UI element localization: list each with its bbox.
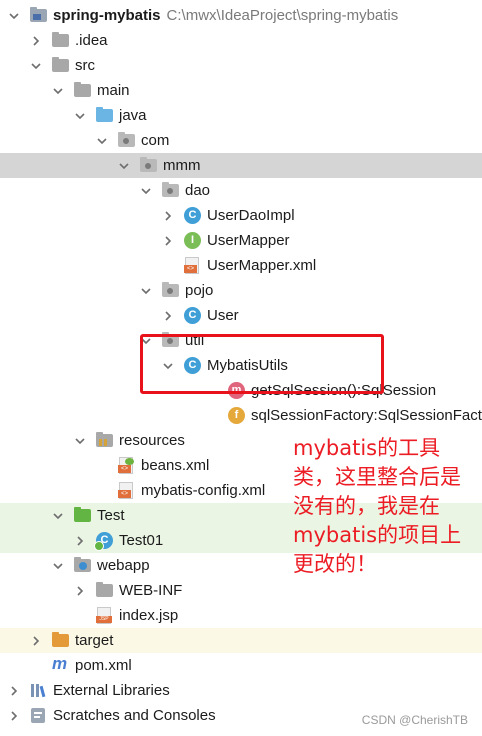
spring-xml-icon: <> [118, 457, 135, 474]
tree-item-label: java [119, 107, 147, 124]
xml-file-icon: <> [184, 257, 201, 274]
tree-item-label: pom.xml [75, 657, 132, 674]
tree-item-label: com [141, 132, 170, 149]
package-icon [162, 182, 179, 199]
chevron-right-icon[interactable] [162, 310, 174, 322]
tree-row-main[interactable]: main [0, 78, 482, 103]
excluded-folder-icon [52, 632, 69, 649]
module-folder-icon [30, 7, 47, 24]
watermark: CSDN @CherishTB [361, 713, 468, 727]
tree-row-mmm[interactable]: mmm [0, 153, 482, 178]
chevron-down-icon[interactable] [140, 285, 152, 297]
tree-row-idea[interactable]: .idea [0, 28, 482, 53]
tree-item-label: index.jsp [119, 607, 179, 624]
chevron-right-icon[interactable] [30, 35, 42, 47]
tree-row-dao[interactable]: dao [0, 178, 482, 203]
chevron-down-icon[interactable] [8, 10, 20, 22]
package-icon [140, 157, 157, 174]
annotation-text: mybatis的工具类，这里整合后是没有的，我是在mybatis的项目上更改的！ [293, 436, 462, 576]
tree-item-label: mmm [163, 157, 201, 174]
tree-row-spring-mybatis[interactable]: spring-mybatis C:\mwx\IdeaProject\spring-… [0, 3, 482, 28]
tree-row-index-jsp[interactable]: JSP index.jsp [0, 603, 482, 628]
tree-item-label: dao [185, 182, 211, 199]
annotation-highlight-box [140, 334, 384, 394]
tree-row-src[interactable]: src [0, 53, 482, 78]
tree-row-sqlsessionfactory-sqlsessionfactory[interactable]: f sqlSessionFactory:SqlSessionFactory [0, 403, 482, 428]
tree-item-label: .idea [75, 32, 108, 49]
chevron-down-icon[interactable] [74, 435, 86, 447]
tree-item-label: UserDaoImpl [207, 207, 295, 224]
project-path: C:\mwx\IdeaProject\spring-mybatis [166, 7, 399, 24]
tree-item-label: webapp [97, 557, 150, 574]
folder-icon [96, 582, 113, 599]
scratches-icon [30, 707, 47, 724]
tree-item-label: mybatis-config.xml [141, 482, 266, 499]
tree-item-label: WEB-INF [119, 582, 183, 599]
class-icon: C [184, 207, 201, 224]
tree-item-label: UserMapper [207, 232, 290, 249]
chevron-right-icon[interactable] [8, 710, 20, 722]
chevron-down-icon[interactable] [52, 560, 64, 572]
class-icon: C [184, 307, 201, 324]
chevron-down-icon[interactable] [118, 160, 130, 172]
tree-row-userdaoimpl[interactable]: C UserDaoImpl [0, 203, 482, 228]
tree-item-label: User [207, 307, 239, 324]
source-folder-icon [96, 107, 113, 124]
chevron-down-icon[interactable] [52, 85, 64, 97]
chevron-down-icon[interactable] [30, 60, 42, 72]
chevron-right-icon[interactable] [74, 535, 86, 547]
chevron-down-icon[interactable] [74, 110, 86, 122]
tree-item-label: target [75, 632, 114, 649]
tree-row-external-libraries[interactable]: External Libraries [0, 678, 482, 703]
chevron-down-icon[interactable] [96, 135, 108, 147]
tree-row-web-inf[interactable]: WEB-INF [0, 578, 482, 603]
resources-folder-icon [96, 432, 113, 449]
tree-item-label: resources [119, 432, 185, 449]
chevron-right-icon[interactable] [30, 635, 42, 647]
package-icon [118, 132, 135, 149]
tree-item-label: main [97, 82, 130, 99]
tree-item-label: UserMapper.xml [207, 257, 317, 274]
tree-row-java[interactable]: java [0, 103, 482, 128]
tree-item-label: src [75, 57, 95, 74]
tree-item-label: spring-mybatis [53, 7, 161, 24]
chevron-right-icon[interactable] [162, 210, 174, 222]
tree-row-pojo[interactable]: pojo [0, 278, 482, 303]
maven-icon: m [52, 654, 68, 673]
test-folder-icon [74, 507, 91, 524]
folder-icon [74, 82, 91, 99]
tree-item-label: pojo [185, 282, 214, 299]
tree-row-com[interactable]: com [0, 128, 482, 153]
chevron-down-icon[interactable] [140, 185, 152, 197]
tree-item-label: External Libraries [53, 682, 170, 699]
chevron-down-icon[interactable] [52, 510, 64, 522]
field-icon: f [228, 407, 245, 424]
tree-item-label: sqlSessionFactory:SqlSessionFactory [251, 407, 482, 424]
chevron-right-icon[interactable] [8, 685, 20, 697]
tree-item-label: Scratches and Consoles [53, 707, 216, 724]
tree-row-user[interactable]: C User [0, 303, 482, 328]
package-icon [162, 282, 179, 299]
libraries-icon [30, 682, 47, 699]
tree-row-usermapper[interactable]: I UserMapper [0, 228, 482, 253]
tree-row-usermapper-xml[interactable]: <> UserMapper.xml [0, 253, 482, 278]
chevron-right-icon[interactable] [162, 235, 174, 247]
tree-row-pom-xml[interactable]: m pom.xml [0, 653, 482, 678]
xml-file-icon: <> [118, 482, 135, 499]
test-class-icon: C [94, 532, 113, 551]
folder-icon [52, 32, 69, 49]
web-folder-icon [74, 557, 91, 574]
tree-item-label: beans.xml [141, 457, 210, 474]
tree-row-target[interactable]: target [0, 628, 482, 653]
tree-item-label: Test01 [119, 532, 164, 549]
jsp-file-icon: JSP [96, 607, 113, 624]
tree-item-label: Test [97, 507, 125, 524]
chevron-right-icon[interactable] [74, 585, 86, 597]
interface-icon: I [184, 232, 201, 249]
folder-icon [52, 57, 69, 74]
